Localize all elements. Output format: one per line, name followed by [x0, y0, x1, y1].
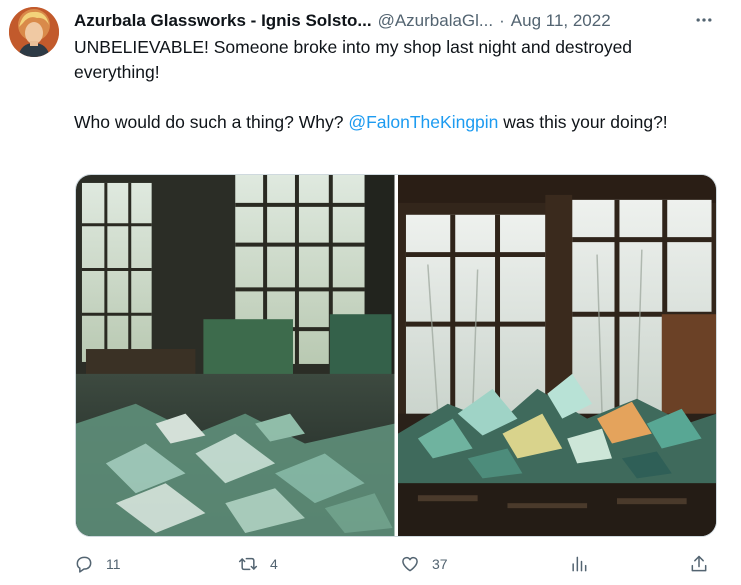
views-icon [572, 556, 587, 572]
share-button[interactable] [689, 552, 709, 576]
more-icon [696, 18, 712, 22]
author-name[interactable]: Azurbala Glassworks - Ignis Solsto... [74, 11, 372, 31]
tweet-date[interactable]: Aug 11, 2022 [511, 11, 611, 31]
tweet-text: UNBELIEVABLE! Someone broke into my shop… [74, 35, 719, 135]
tweet-text-line2: Who would do such a thing? Why? @FalonTh… [74, 110, 719, 135]
reply-icon [76, 556, 92, 573]
tweet-text-line1: UNBELIEVABLE! Someone broke into my shop… [74, 37, 633, 82]
like-button[interactable]: 37 [400, 552, 448, 576]
mention-link[interactable]: @FalonTheKingpin [348, 112, 498, 132]
action-bar: 11 4 37 [74, 552, 719, 576]
photo-left[interactable] [76, 175, 395, 536]
tweet-header: Azurbala Glassworks - Ignis Solsto... @A… [74, 10, 724, 32]
share-icon [691, 555, 707, 572]
reply-count: 11 [106, 556, 121, 572]
avatar-image [9, 7, 59, 57]
like-count: 37 [432, 556, 448, 572]
media-grid [75, 174, 717, 537]
tweet-text-question-end: was this your doing?! [498, 112, 668, 132]
broken-shop-image-right [397, 175, 716, 536]
views-button[interactable] [569, 552, 589, 576]
avatar[interactable] [9, 7, 59, 57]
header-separator: · [499, 11, 505, 30]
retweet-icon [238, 557, 258, 571]
reply-button[interactable]: 11 [74, 552, 121, 576]
heart-icon [402, 556, 418, 572]
retweet-button[interactable]: 4 [238, 552, 278, 576]
broken-shop-image-left [76, 175, 395, 536]
more-button[interactable] [692, 10, 716, 30]
author-handle[interactable]: @AzurbalaGl... [378, 11, 494, 31]
retweet-count: 4 [270, 556, 278, 572]
tweet-text-question: Who would do such a thing? Why? [74, 112, 349, 132]
photo-right[interactable] [397, 175, 716, 536]
